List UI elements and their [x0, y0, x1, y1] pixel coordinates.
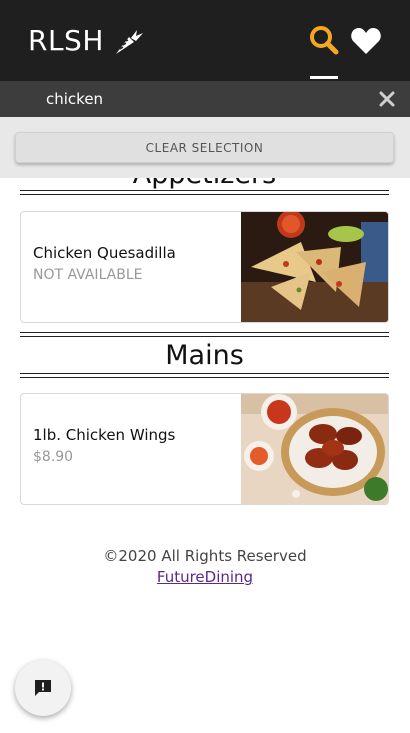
- brand-name: RLSH: [28, 24, 104, 57]
- menu-item-price: $8.90: [33, 449, 74, 465]
- search-bar: [0, 81, 410, 117]
- filter-panel: CLEAR SELECTION: [0, 117, 410, 178]
- menu-item-name: Chicken Quesadilla: [33, 244, 176, 262]
- menu-item-card[interactable]: 1lb. Chicken Wings $8.90: [20, 393, 389, 505]
- quesadilla-image: [241, 212, 388, 322]
- section-divider: [20, 373, 389, 378]
- search-input[interactable]: [46, 87, 346, 111]
- heart-icon[interactable]: [350, 26, 382, 56]
- brand-logo[interactable]: RLSH: [28, 24, 144, 57]
- feedback-button[interactable]: [15, 660, 71, 716]
- section-title-mains: Mains: [165, 340, 244, 371]
- menu-item-name: 1lb. Chicken Wings: [33, 426, 176, 444]
- copyright-text: ©2020 All Rights Reserved: [103, 547, 307, 565]
- carrot-icon: [115, 29, 143, 54]
- menu-item-card[interactable]: Chicken Quesadilla NOT AVAILABLE: [20, 211, 389, 323]
- clear-selection-button[interactable]: CLEAR SELECTION: [15, 132, 394, 163]
- feedback-icon: [35, 680, 51, 696]
- active-tab-indicator: [310, 76, 338, 79]
- futuredining-link[interactable]: FutureDining: [0, 568, 410, 586]
- menu-item-availability: NOT AVAILABLE: [33, 267, 143, 283]
- close-icon[interactable]: [378, 90, 396, 108]
- section-divider: [20, 332, 389, 337]
- section-divider: [20, 190, 389, 195]
- app-header: RLSH: [0, 0, 410, 81]
- chicken-wings-image: [241, 394, 388, 504]
- search-icon[interactable]: [308, 24, 340, 56]
